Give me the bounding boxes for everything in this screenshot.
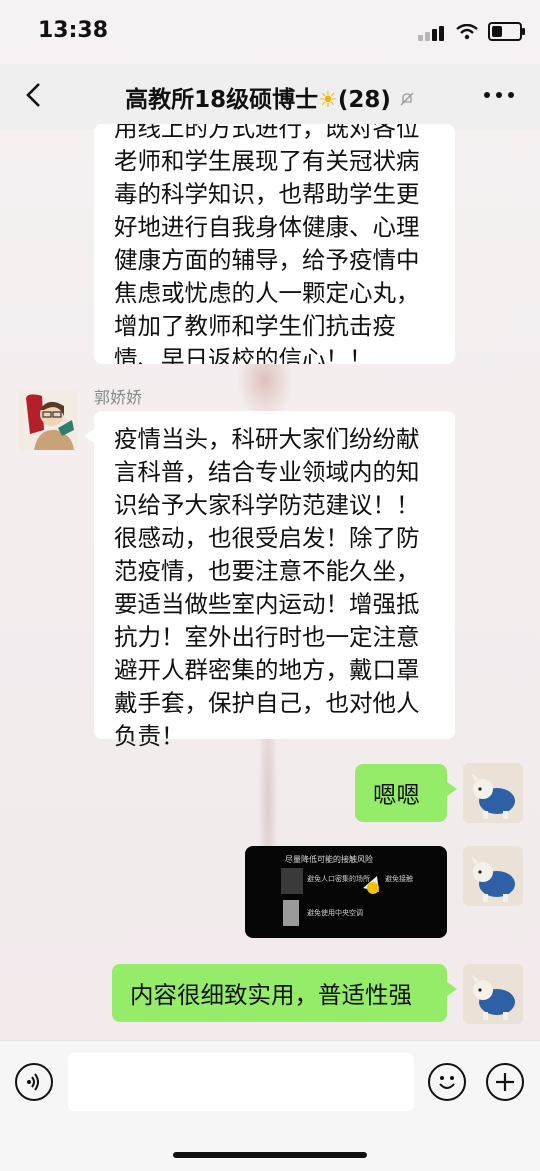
message-text: 毒的科学知识，也帮助学生更 xyxy=(114,180,420,208)
message-input[interactable] xyxy=(68,1053,414,1111)
avatar[interactable] xyxy=(463,964,523,1024)
message-text: 识给予大家科学防范建议！！ xyxy=(114,491,420,519)
message-bubble-incoming: 疫情当头，科研大家们纷纷献 言科普，结合专业领域内的知 识给予大家科学防范建议！… xyxy=(84,411,455,750)
message-text: 好地进行自我身体健康、心理 xyxy=(114,213,420,241)
message-bubble-outgoing: 嗯嗯 xyxy=(355,764,457,822)
group-name: 高教所18级硕博士 xyxy=(125,87,319,113)
message-bubble-incoming: 用线上的方式进行，既对各位 老师和学生展现了有关冠状病 毒的科学知识，也帮助学生… xyxy=(94,124,455,364)
message-text: 负责！ xyxy=(114,722,185,750)
emoji-icon[interactable] xyxy=(428,1063,466,1101)
avatar[interactable] xyxy=(18,390,78,450)
sender-name: 郭娇娇 xyxy=(94,388,143,407)
battery-icon xyxy=(488,22,525,41)
message-text: 戴手套，保护自己，也对他人 xyxy=(114,689,420,717)
avatar[interactable] xyxy=(463,846,523,906)
message-text: 增加了教师和学生们抗击疫 xyxy=(114,312,396,340)
avatar-illustration xyxy=(463,964,523,1024)
message-text: 很感动，也很受启发！除了防 xyxy=(114,524,420,552)
avatar-illustration xyxy=(18,390,78,450)
message-text: 用线上的方式进行，既对各位 xyxy=(114,124,420,142)
message-text: 范疫情，也要注意不能久坐， xyxy=(114,557,420,585)
message-text: 抗力！室外出行时也一定注意 xyxy=(114,623,420,651)
status-bar: 13:38 xyxy=(0,0,540,64)
message-text: 疫情当头，科研大家们纷纷献 xyxy=(114,425,420,453)
message-text: 要适当做些室内运动！增强抵 xyxy=(114,590,420,618)
image-message[interactable]: 尽量降低可能的接触风险 避免人口密集的场所 避免接触 避免使用中央空调 xyxy=(245,846,447,938)
home-indicator xyxy=(173,1152,367,1158)
bell-off-icon xyxy=(400,92,414,106)
message-text: 焦虑或忧虑的人一颗定心丸， xyxy=(114,279,420,307)
message-text: 避开人群密集的地方，戴口罩 xyxy=(114,656,420,684)
more-icon[interactable] xyxy=(484,92,514,98)
message-text: 健康方面的辅导，给予疫情中 xyxy=(114,246,420,274)
avatar-illustration xyxy=(463,846,523,906)
wifi-icon xyxy=(456,23,478,39)
status-time: 13:38 xyxy=(38,18,109,43)
image-text: 避免人口密集的场所 xyxy=(307,875,370,883)
image-text: 避免使用中央空调 xyxy=(307,909,363,917)
voice-icon[interactable] xyxy=(15,1063,53,1101)
image-graphic xyxy=(281,868,379,926)
image-text: 避免接触 xyxy=(385,875,413,883)
message-bubble-outgoing: 内容很细致实用，普适性强 xyxy=(112,964,457,1022)
member-count: (28) xyxy=(337,87,391,113)
avatar[interactable] xyxy=(463,763,523,823)
message-text: 嗯嗯 xyxy=(373,781,420,809)
chat-header: 高教所18级硕博士☀(28) xyxy=(0,64,540,130)
message-text: 内容很细致实用，普适性强 xyxy=(130,981,412,1009)
avatar-illustration xyxy=(463,763,523,823)
signal-icon xyxy=(418,22,446,41)
chat-title: 高教所18级硕博士☀(28) xyxy=(0,80,540,114)
message-text: 老师和学生展现了有关冠状病 xyxy=(114,147,420,175)
message-text: 情、早日返校的信心！！ xyxy=(114,345,373,364)
sun-icon: ☀ xyxy=(318,88,338,113)
message-text: 言科普，结合专业领域内的知 xyxy=(114,458,420,486)
plus-icon[interactable] xyxy=(486,1063,524,1101)
